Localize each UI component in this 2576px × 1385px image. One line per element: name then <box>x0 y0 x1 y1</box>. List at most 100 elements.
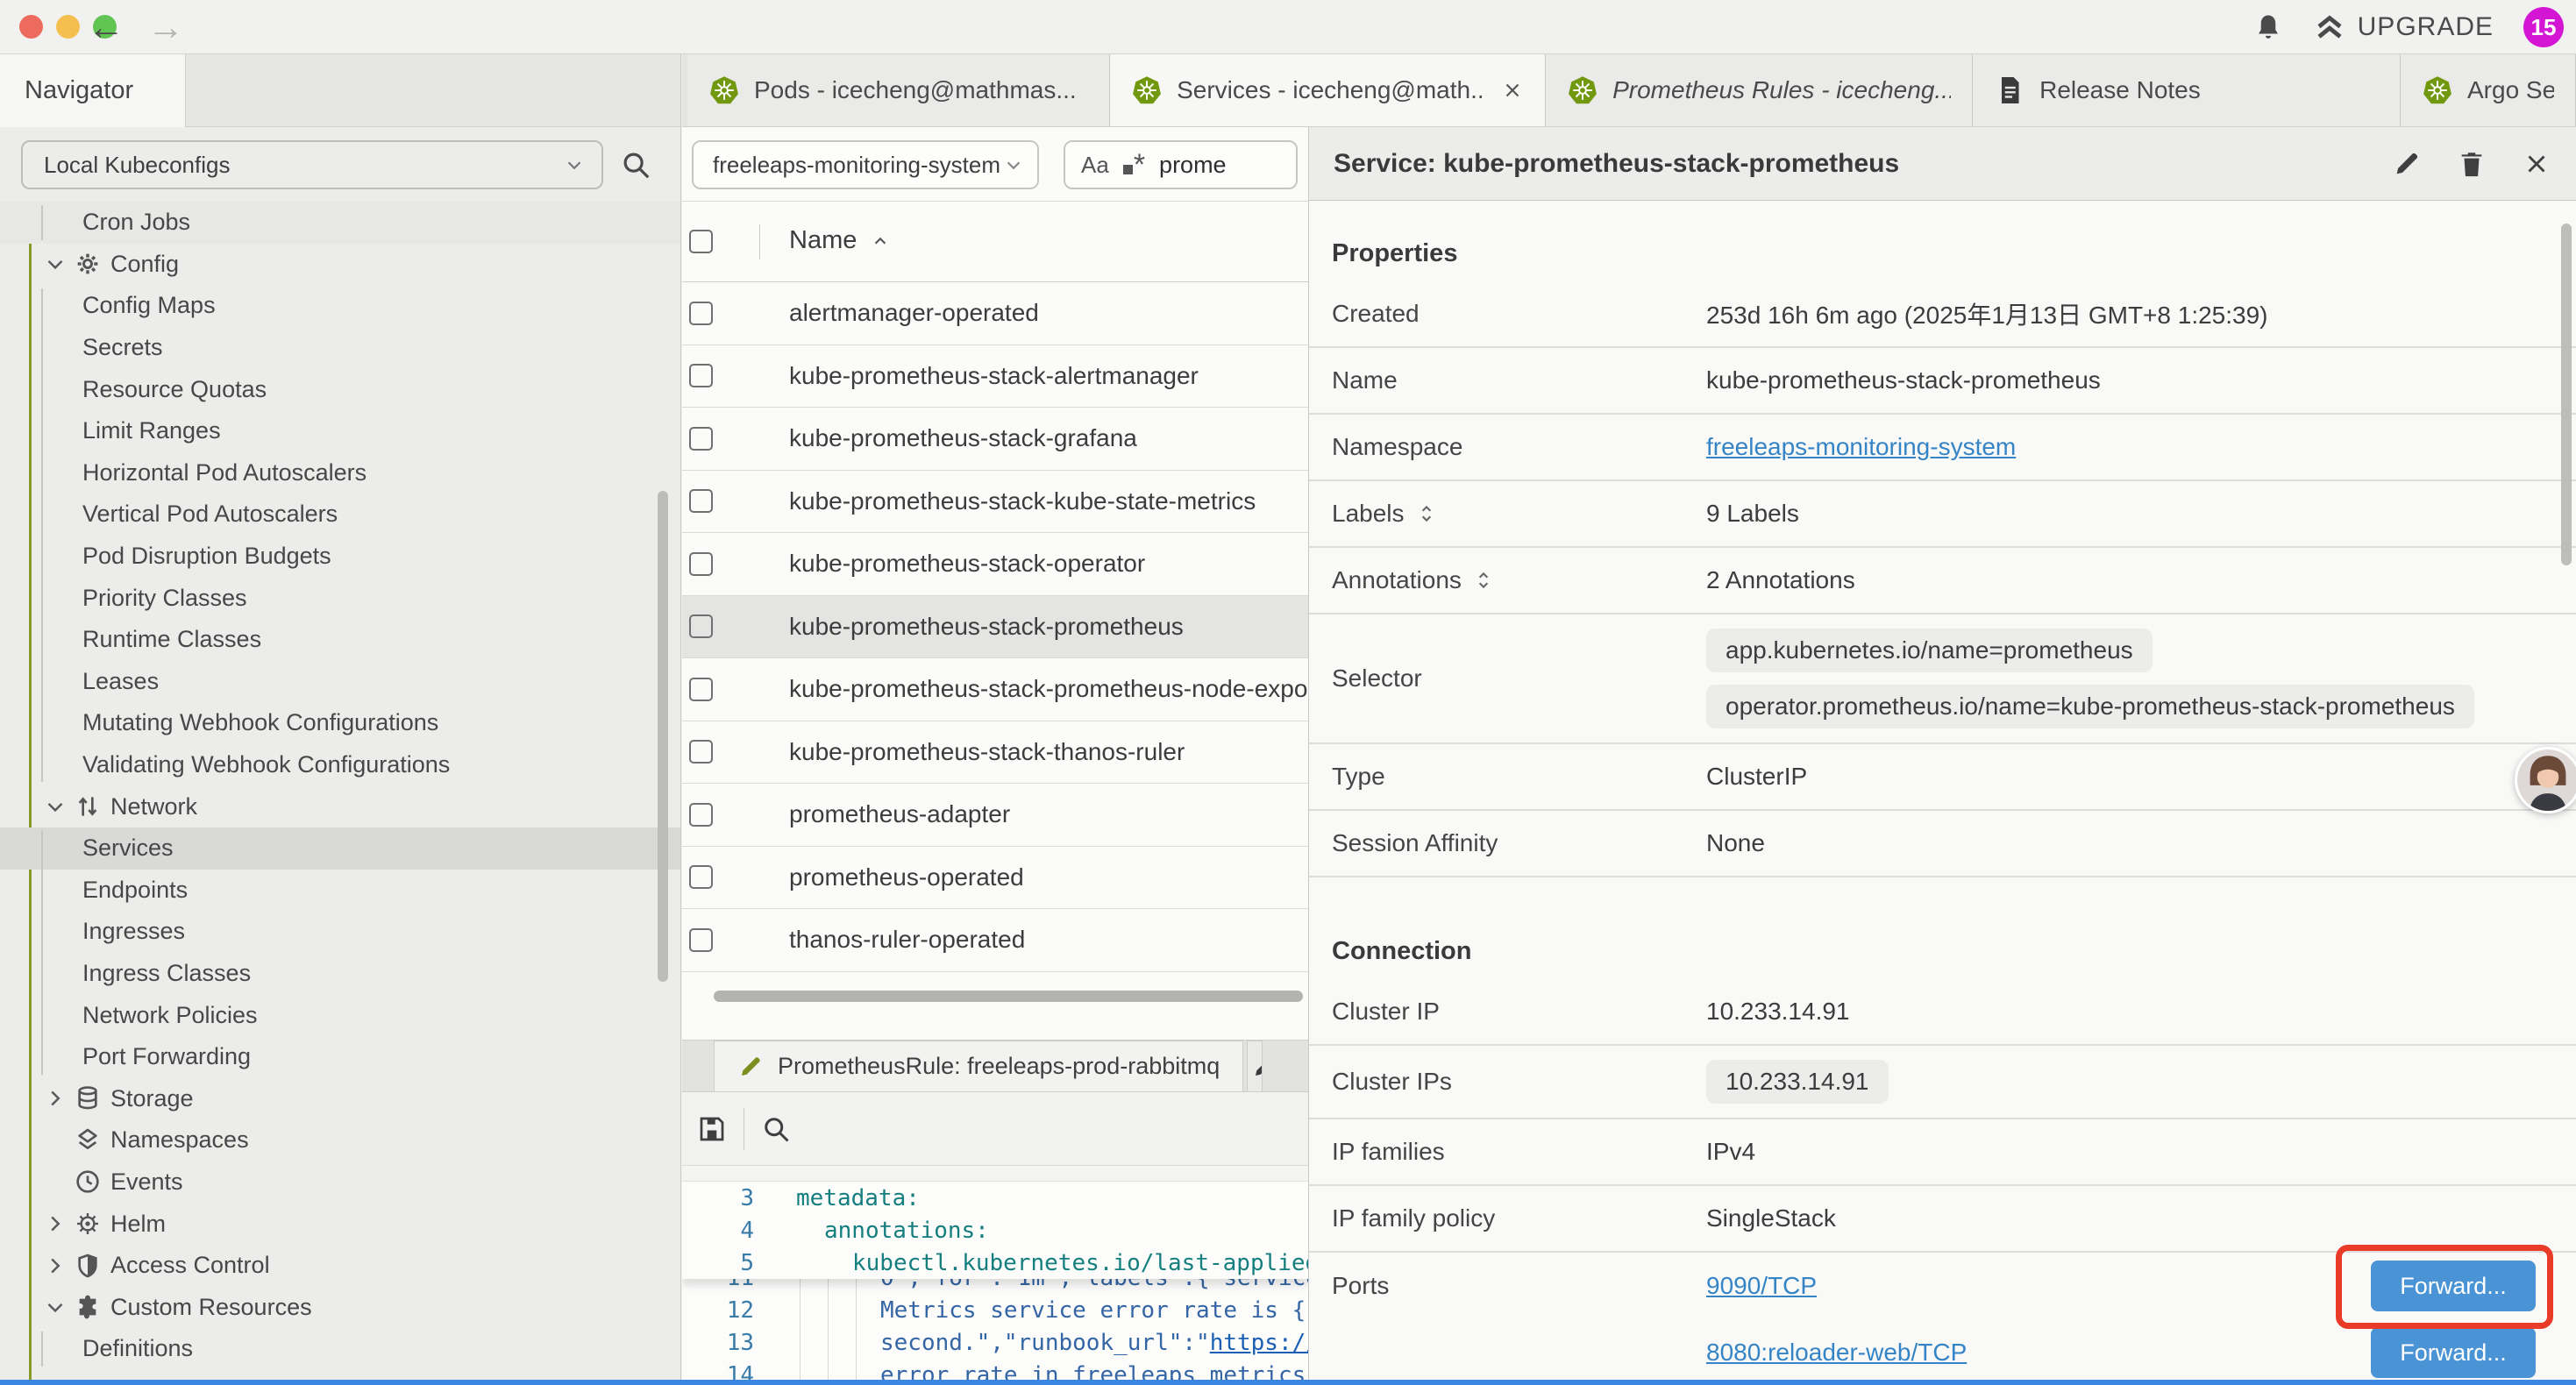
namespace-selector[interactable]: freeleaps-monitoring-system <box>692 140 1039 189</box>
search-icon[interactable] <box>760 1113 792 1145</box>
sidebar-item-validating-webhook-configurations[interactable]: Validating Webhook Configurations <box>0 744 680 786</box>
row-checkbox[interactable] <box>689 678 713 701</box>
tab-argo[interactable]: Argo Se <box>2401 54 2576 126</box>
namespace-link[interactable]: freeleaps-monitoring-system <box>1706 433 2016 461</box>
sidebar-scrollbar[interactable] <box>658 491 668 982</box>
row-checkbox[interactable] <box>689 427 713 451</box>
forward-icon[interactable]: → <box>147 6 184 48</box>
sidebar-item-vertical-pod-autoscalers[interactable]: Vertical Pod Autoscalers <box>0 494 680 536</box>
horizontal-scrollbar[interactable] <box>714 991 1303 1002</box>
regex-toggle-icon[interactable]: * <box>1123 156 1145 174</box>
row-checkbox[interactable] <box>689 740 713 764</box>
row-checkbox[interactable] <box>689 803 713 827</box>
editor-tab[interactable]: PrometheusRule: freeleaps-prod-rabbitmq <box>714 1041 1243 1091</box>
edit-icon[interactable] <box>2392 149 2422 179</box>
tree-group-icon <box>74 1210 102 1238</box>
sidebar-group-config[interactable]: Config <box>0 244 680 286</box>
service-row[interactable]: kube-prometheus-stack-prometheus-node-ex… <box>682 658 1308 721</box>
sidebar-item-horizontal-pod-autoscalers[interactable]: Horizontal Pod Autoscalers <box>0 452 680 494</box>
sidebar-item-limit-ranges[interactable]: Limit Ranges <box>0 410 680 452</box>
sidebar-group-events[interactable]: Events <box>0 1161 680 1204</box>
search-icon[interactable] <box>619 148 652 181</box>
sidebar-group-namespaces[interactable]: Namespaces <box>0 1119 680 1161</box>
expand-collapse-icon[interactable] <box>1472 569 1495 592</box>
k8s-icon <box>708 75 740 106</box>
sidebar-group-network[interactable]: Network <box>0 785 680 827</box>
sidebar-item-leases[interactable]: Leases <box>0 661 680 703</box>
window-bottom-accent <box>0 1380 2576 1385</box>
tree-group-icon <box>74 1126 102 1154</box>
service-row[interactable]: alertmanager-operated <box>682 282 1308 345</box>
sidebar-item-label: Vertical Pod Autoscalers <box>82 501 338 528</box>
sidebar-item-definitions[interactable]: Definitions <box>0 1328 680 1370</box>
sidebar-item-priority-classes[interactable]: Priority Classes <box>0 577 680 619</box>
row-checkbox[interactable] <box>689 302 713 325</box>
sidebar-item-resource-quotas[interactable]: Resource Quotas <box>0 368 680 410</box>
port-link[interactable]: 9090/TCP <box>1706 1272 1817 1300</box>
service-row[interactable]: kube-prometheus-stack-operator <box>682 533 1308 596</box>
back-icon[interactable]: ← <box>88 6 125 48</box>
filter-input[interactable]: Aa * prome <box>1064 140 1298 189</box>
service-row[interactable]: kube-prometheus-stack-alertmanager <box>682 345 1308 408</box>
forward-button[interactable]: Forward... <box>2371 1327 2536 1378</box>
sidebar-item-secrets[interactable]: Secrets <box>0 327 680 369</box>
sidebar-group-helm[interactable]: Helm <box>0 1203 680 1245</box>
close-icon[interactable] <box>2522 149 2551 179</box>
notification-badge[interactable]: 15 <box>2523 7 2564 47</box>
expand-collapse-icon[interactable] <box>1415 502 1438 525</box>
sidebar-item-mutating-webhook-configurations[interactable]: Mutating Webhook Configurations <box>0 702 680 744</box>
save-icon[interactable] <box>696 1113 728 1145</box>
code-link[interactable]: https://nete <box>1210 1330 1308 1356</box>
close-window-button[interactable] <box>19 15 43 39</box>
service-row[interactable]: prometheus-operated <box>682 847 1308 910</box>
row-checkbox[interactable] <box>689 489 713 513</box>
service-row[interactable]: kube-prometheus-stack-thanos-ruler <box>682 721 1308 785</box>
avatar[interactable] <box>2515 747 2576 813</box>
tab-prometheus[interactable]: Prometheus Rules - icecheng... <box>1546 54 1973 126</box>
code-text: annotations: <box>779 1218 989 1244</box>
minimize-window-button[interactable] <box>56 15 80 39</box>
tab-release[interactable]: Release Notes <box>1973 54 2401 126</box>
sidebar-item-network-policies[interactable]: Network Policies <box>0 994 680 1036</box>
sidebar-item-services[interactable]: Services <box>0 827 680 870</box>
sidebar-item-ingresses[interactable]: Ingresses <box>0 911 680 953</box>
detail-scrollbar[interactable] <box>2561 224 2572 565</box>
row-checkbox[interactable] <box>689 552 713 576</box>
match-case-toggle[interactable]: Aa <box>1081 152 1109 179</box>
tab-services[interactable]: Services - icecheng@math... <box>1110 54 1546 126</box>
tab-pods[interactable]: Pods - icecheng@mathmas... <box>687 54 1110 126</box>
upgrade-button[interactable]: UPGRADE <box>2314 11 2494 43</box>
sidebar-item-pod-disruption-budgets[interactable]: Pod Disruption Budgets <box>0 536 680 578</box>
yaml-editor[interactable]: 3 metadata: 4 annotations: 5 kubectl.kub… <box>682 1166 1308 1385</box>
port-link[interactable]: 8080:reloader-web/TCP <box>1706 1339 1967 1367</box>
service-row[interactable]: kube-prometheus-stack-prometheus <box>682 596 1308 659</box>
sidebar-item-port-forwarding[interactable]: Port Forwarding <box>0 1036 680 1078</box>
value-chip: operator.prometheus.io/name=kube-prometh… <box>1706 685 2474 728</box>
table-header: Name <box>682 202 1308 282</box>
sidebar-group-access-control[interactable]: Access Control <box>0 1245 680 1287</box>
row-checkbox[interactable] <box>689 928 713 952</box>
bell-icon[interactable] <box>2252 11 2284 43</box>
service-row[interactable]: kube-prometheus-stack-grafana <box>682 408 1308 471</box>
service-row[interactable]: prometheus-adapter <box>682 784 1308 847</box>
kubeconfig-selector[interactable]: Local Kubeconfigs <box>21 140 603 189</box>
editor-tab-partial[interactable] <box>1247 1041 1263 1091</box>
sidebar-item-ingress-classes[interactable]: Ingress Classes <box>0 953 680 995</box>
trash-icon[interactable] <box>2457 149 2487 179</box>
sidebar-item-config-maps[interactable]: Config Maps <box>0 285 680 327</box>
service-row[interactable]: kube-prometheus-stack-kube-state-metrics <box>682 471 1308 534</box>
row-checkbox[interactable] <box>689 865 713 889</box>
row-checkbox[interactable] <box>689 364 713 387</box>
service-row[interactable]: thanos-ruler-operated <box>682 909 1308 972</box>
detail-row-name: Name kube-prometheus-stack-prometheus <box>1309 348 2576 415</box>
sidebar-item-runtime-classes[interactable]: Runtime Classes <box>0 619 680 661</box>
tab-navigator[interactable]: Navigator <box>0 54 186 127</box>
name-column-header[interactable]: Name <box>789 226 892 255</box>
select-all-checkbox[interactable] <box>689 230 713 253</box>
sidebar-group-storage[interactable]: Storage <box>0 1077 680 1119</box>
sidebar-item-cron-jobs[interactable]: Cron Jobs <box>0 202 680 244</box>
row-checkbox[interactable] <box>689 614 713 638</box>
sidebar-group-custom-resources[interactable]: Custom Resources <box>0 1286 680 1328</box>
close-tab-icon[interactable] <box>1501 79 1524 102</box>
sidebar-item-endpoints[interactable]: Endpoints <box>0 870 680 912</box>
